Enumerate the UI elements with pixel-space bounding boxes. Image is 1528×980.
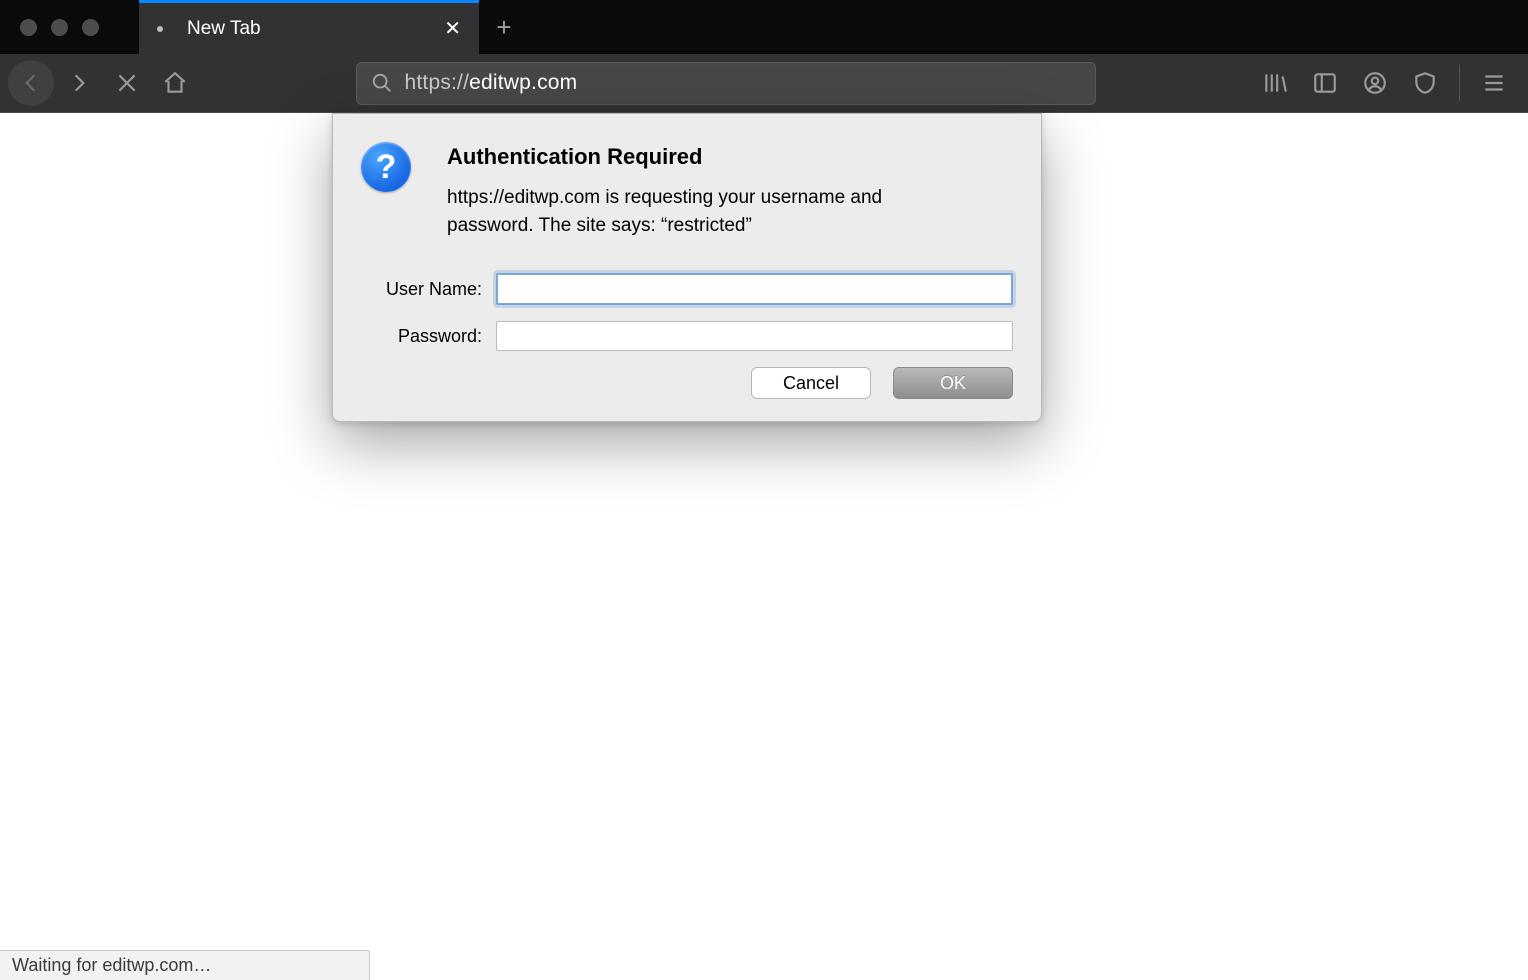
tab-loading-indicator-icon: [157, 26, 163, 32]
new-tab-button[interactable]: +: [479, 0, 529, 54]
nav-stop-button[interactable]: [104, 60, 150, 106]
username-input[interactable]: [496, 273, 1013, 305]
toolbar-right-icons: [1253, 60, 1520, 106]
browser-tab-active[interactable]: New Tab ✕: [139, 0, 479, 54]
tab-title: New Tab: [187, 18, 424, 40]
app-menu-button[interactable]: [1472, 60, 1516, 106]
window-maximize-button[interactable]: [82, 19, 99, 36]
address-bar-container: https://editwp.com: [200, 62, 1251, 105]
username-label: User Name:: [361, 279, 496, 300]
hamburger-icon: [1481, 70, 1507, 96]
account-button[interactable]: [1353, 60, 1397, 106]
password-label: Password:: [361, 326, 496, 347]
nav-back-button[interactable]: [8, 60, 54, 106]
sidebar-icon: [1312, 70, 1338, 96]
auth-dialog: ? Authentication Required https://editwp…: [332, 113, 1042, 422]
arrow-right-icon: [66, 70, 92, 96]
arrow-left-icon: [18, 70, 44, 96]
url-host: editwp.com: [469, 71, 577, 94]
window-close-button[interactable]: [20, 19, 37, 36]
window-controls: [0, 19, 99, 36]
sidebar-button[interactable]: [1303, 60, 1347, 106]
window-titlebar: New Tab ✕ +: [0, 0, 1528, 54]
window-minimize-button[interactable]: [51, 19, 68, 36]
account-icon: [1362, 70, 1388, 96]
cancel-button[interactable]: Cancel: [751, 367, 871, 399]
tracking-protection-button[interactable]: [1403, 60, 1447, 106]
nav-home-button[interactable]: [152, 60, 198, 106]
browser-toolbar: https://editwp.com: [0, 54, 1528, 113]
status-bar: Waiting for editwp.com…: [0, 950, 370, 980]
nav-forward-button[interactable]: [56, 60, 102, 106]
ok-button[interactable]: OK: [893, 367, 1013, 399]
url-prefix: https://: [405, 71, 470, 94]
tab-strip: New Tab ✕ +: [139, 0, 529, 54]
shield-icon: [1412, 70, 1438, 96]
close-icon: [114, 70, 140, 96]
tab-close-button[interactable]: ✕: [444, 16, 461, 41]
dialog-title: Authentication Required: [447, 144, 967, 170]
dialog-message: https://editwp.com is requesting your us…: [447, 184, 967, 239]
status-text: Waiting for editwp.com…: [12, 955, 211, 976]
library-button[interactable]: [1253, 60, 1297, 106]
home-icon: [162, 70, 188, 96]
plus-icon: +: [496, 12, 511, 43]
url-text: https://editwp.com: [405, 71, 578, 95]
question-icon: ?: [361, 142, 411, 192]
toolbar-separator: [1459, 65, 1460, 101]
address-bar[interactable]: https://editwp.com: [356, 62, 1096, 105]
library-icon: [1262, 70, 1288, 96]
search-icon: [371, 72, 393, 94]
password-input[interactable]: [496, 321, 1013, 351]
